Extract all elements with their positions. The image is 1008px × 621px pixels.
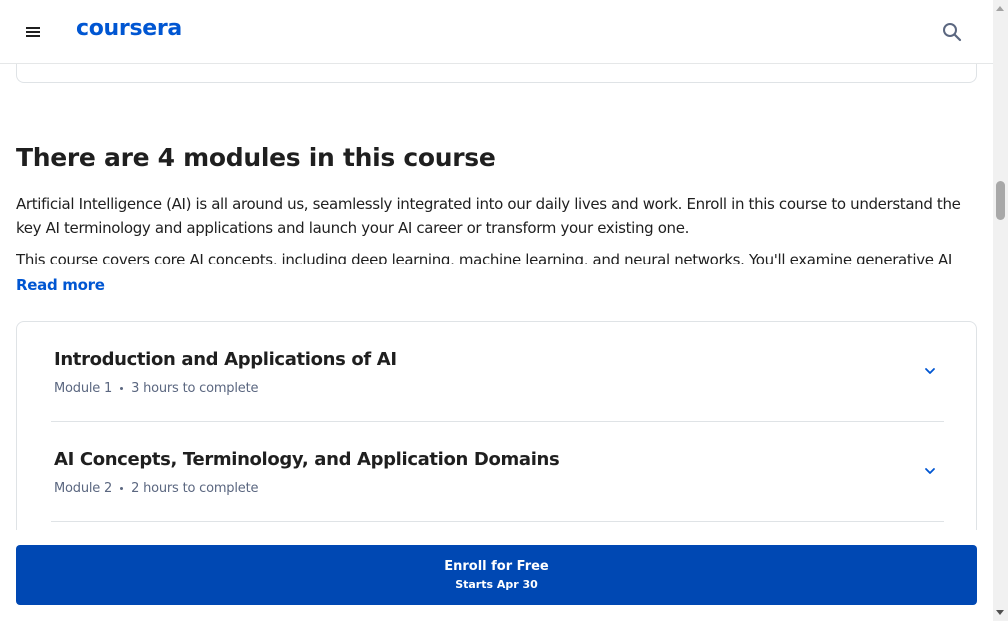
modules-section-title: There are 4 modules in this course — [16, 143, 496, 172]
chevron-down-icon[interactable] — [923, 364, 937, 378]
separator-dot — [120, 487, 124, 490]
scrollbar-thumb[interactable] — [996, 181, 1005, 220]
description-paragraph-1: Artificial Intelligence (AI) is all arou… — [16, 195, 961, 237]
search-icon[interactable] — [940, 20, 964, 44]
read-more-link[interactable]: Read more — [16, 276, 105, 294]
top-header: coursera — [0, 0, 993, 64]
enroll-label: Enroll for Free — [444, 559, 549, 574]
enroll-start-date: Starts Apr 30 — [455, 578, 538, 591]
scroll-down-arrow-icon[interactable] — [996, 610, 1004, 615]
module-meta: Module 2 2 hours to complete — [54, 481, 258, 496]
course-description: Artificial Intelligence (AI) is all arou… — [16, 192, 961, 264]
module-label: Module 2 — [54, 481, 113, 496]
hamburger-menu-icon[interactable] — [22, 22, 46, 42]
separator-dot — [120, 387, 124, 390]
module-label: Module 1 — [54, 381, 113, 396]
module-title: AI Concepts, Terminology, and Applicatio… — [54, 449, 560, 470]
enroll-button[interactable]: Enroll for Free Starts Apr 30 — [16, 545, 977, 605]
scroll-up-arrow-icon[interactable] — [996, 6, 1004, 11]
module-title: Introduction and Applications of AI — [54, 349, 397, 370]
coursera-logo[interactable]: coursera — [76, 16, 182, 41]
chevron-down-icon[interactable] — [923, 464, 937, 478]
module-duration: 2 hours to complete — [131, 481, 259, 496]
description-paragraph-2: This course covers core AI concepts, inc… — [16, 251, 953, 264]
module-item[interactable]: Introduction and Applications of AI Modu… — [51, 322, 944, 422]
course-page: coursera There are 4 modules in this cou… — [0, 0, 993, 621]
module-item[interactable]: AI Concepts, Terminology, and Applicatio… — [51, 422, 944, 522]
page-scrollbar[interactable] — [993, 0, 1008, 621]
module-meta: Module 1 3 hours to complete — [54, 381, 258, 396]
module-duration: 3 hours to complete — [131, 381, 259, 396]
enroll-bar: Enroll for Free Starts Apr 30 — [0, 530, 993, 621]
